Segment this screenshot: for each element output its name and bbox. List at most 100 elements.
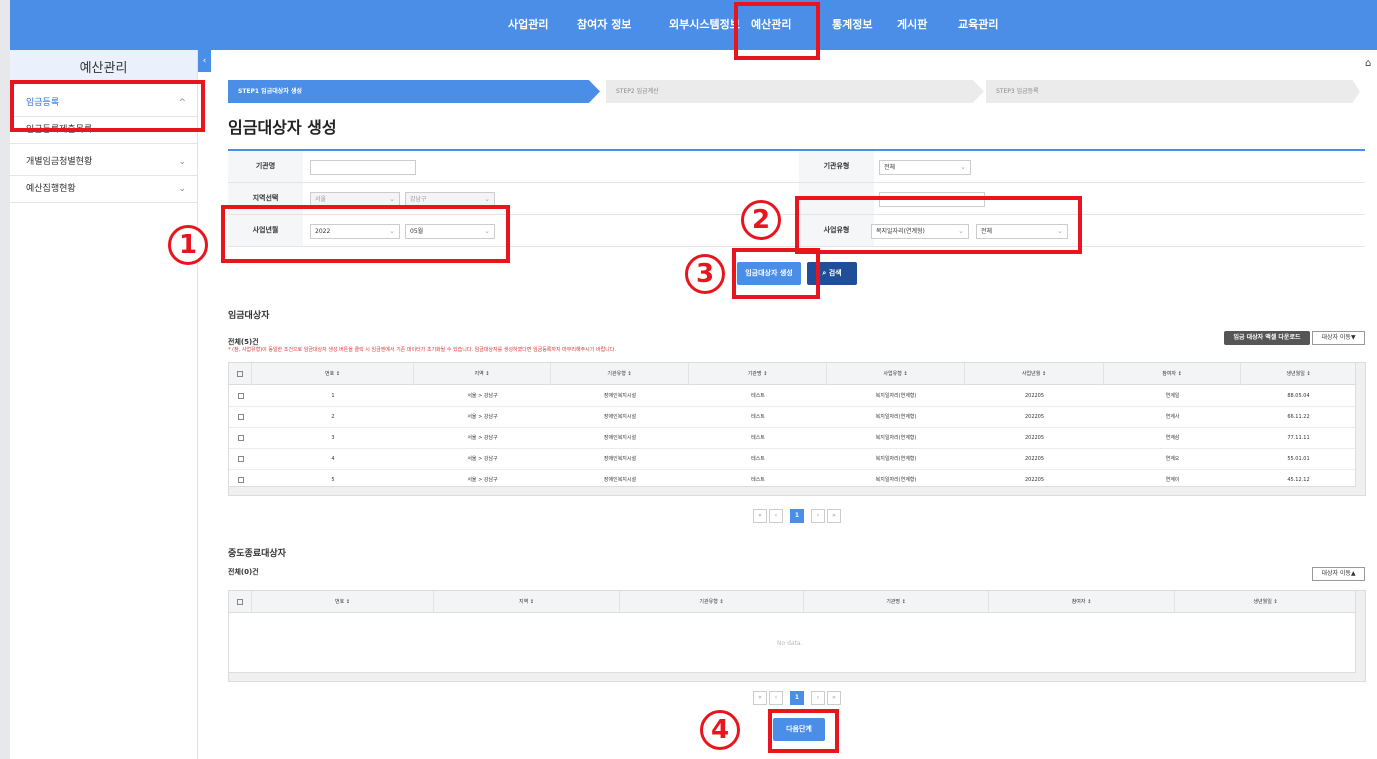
checkbox-icon [237,392,244,399]
sidebar-title: 예산관리 [10,50,197,84]
search-icon: ⌕ [822,269,827,277]
move-targets-down-button[interactable]: 대상자 이동▼ [1312,331,1365,345]
first-page-button[interactable]: « [753,691,767,705]
col-birthdate[interactable]: 생년월일 ↕ [1175,591,1356,613]
table-row[interactable]: 4 서울 > 강남구 장애인복지시설 테스트 복지일자리(연계형) 202205… [229,449,1356,470]
table-row[interactable]: 1 서울 > 강남구 장애인복지시설 테스트 복지일자리(연계형) 202205… [229,386,1356,407]
col-year-month[interactable]: 사업년월 ↕ [965,363,1104,385]
cell-biz-type: 복지일자리(연계형) [875,435,917,441]
cell-birthdate: 66.11.22 [1287,414,1310,420]
search-label: 검색 [828,269,842,277]
first-page-button[interactable]: « [753,509,767,523]
col-org-name[interactable]: 기관명 ↕ [689,363,827,385]
page-1-button[interactable]: 1 [790,509,804,523]
next-page-button[interactable]: › [811,691,825,705]
highlight-sidebar-wage [10,80,205,132]
region-district-value: 강남구 [410,196,427,203]
nav-education[interactable]: 교육관리 [958,0,998,50]
table-horizontal-scrollbar[interactable] [229,672,1356,681]
table-row[interactable]: 2 서울 > 강남구 장애인복지시설 테스트 복지일자리(연계형) 202205… [229,407,1356,428]
nav-participant[interactable]: 참여자 정보 [577,0,631,50]
table-header: 번호 ↕ 지역 ↕ 기관유형 ↕ 기관명 ↕ 사업유형 ↕ 사업년월 ↕ 참여자… [229,363,1356,385]
cell-org-name: 테스트 [751,435,765,441]
cell-biz-type: 복지일자리(연계형) [875,456,917,462]
checkbox-icon [237,598,243,605]
nav-external[interactable]: 외부시스템정보 [669,0,740,50]
col-org-type[interactable]: 기관유형 ↕ [620,591,804,613]
cell-org-type: 장애인복지시설 [603,393,637,399]
no-data-message: No data. [777,640,803,647]
cell-birthdate: 55.01.01 [1287,456,1310,462]
col-participant[interactable]: 참여자 ↕ [989,591,1175,613]
cell-number: 3 [331,435,335,441]
cell-org-name: 테스트 [751,456,765,462]
cell-region: 서울 > 강남구 [467,456,498,462]
pagination: « ‹ 1 › » [753,691,841,705]
sidebar-item-budget-exec[interactable]: 예산집행현황 ⌄ [10,176,198,203]
cell-org-name: 테스트 [751,393,765,399]
cell-org-type: 장애인복지시설 [603,435,637,441]
highlight-next-button [768,709,839,753]
nav-business[interactable]: 사업관리 [508,0,548,50]
col-biz-type[interactable]: 사업유형 ↕ [827,363,965,385]
sidebar-item-label: 개별임금청별현황 [26,157,93,167]
warning-notice: * (참, 사업유형)이 동일한 조건으로 임금대상자 생성 버튼을 클릭 시 … [228,347,616,353]
table-horizontal-scrollbar[interactable] [229,486,1356,495]
cell-org-name: 테스트 [751,414,765,420]
prev-page-button[interactable]: ‹ [769,691,783,705]
nav-stats[interactable]: 통계정보 [832,0,872,50]
annotation-badge-4: 4 [700,710,740,750]
org-name-input[interactable] [310,160,416,175]
highlight-nav-budget [734,2,820,60]
row-checkbox[interactable] [229,428,252,449]
row-checkbox[interactable] [229,386,252,407]
table-vertical-scrollbar[interactable] [1355,591,1365,681]
row-checkbox[interactable] [229,449,252,470]
home-icon[interactable]: ⌂ [1365,58,1371,69]
excel-download-button[interactable]: 임금 대상자 액셀 다운로드 [1224,331,1310,345]
col-org-type[interactable]: 기관유형 ↕ [551,363,689,385]
col-birthdate[interactable]: 생년월일 ↕ [1241,363,1356,385]
sidebar-item-label: 예산집행현황 [26,184,76,194]
cell-year-month: 202205 [1024,414,1045,420]
select-all-checkbox[interactable] [229,591,252,613]
org-type-select[interactable]: 전체 ⌄ [879,160,971,175]
region-city-value: 서울 [315,196,327,203]
annotation-badge-2: 2 [741,200,781,240]
cell-participant: 연계사 [1165,414,1180,420]
cell-number: 1 [331,393,335,399]
highlight-create-button [732,248,820,299]
nav-board[interactable]: 게시판 [897,0,927,50]
page-1-button[interactable]: 1 [790,691,804,705]
cell-biz-type: 복지일자리(연계형) [875,414,917,420]
step-3: STEP3 임금등록 [986,80,1360,103]
table-vertical-scrollbar[interactable] [1355,363,1365,495]
checkbox-icon [237,455,244,462]
early-termination-title: 중도종료대상자 [228,549,286,559]
col-participant[interactable]: 참여자 ↕ [1104,363,1241,385]
select-all-checkbox[interactable] [229,363,252,385]
prev-page-button[interactable]: ‹ [769,509,783,523]
step-1: STEP1 임금대상자 생성 [228,80,600,103]
col-number[interactable]: 번호 ↕ [252,363,414,385]
form-row: 기관명 기관유형 전체 ⌄ [228,151,1365,183]
table-row[interactable]: 3 서울 > 강남구 장애인복지시설 테스트 복지일자리(연계형) 202205… [229,428,1356,449]
move-targets-up-button[interactable]: 대상자 이동▲ [1312,567,1365,581]
sidebar-collapse-button[interactable]: ‹ [198,50,211,72]
cell-birthdate: 88.05.04 [1287,393,1310,399]
checkbox-icon [237,370,243,377]
sidebar-item-individual-wage[interactable]: 개별임금청별현황 ⌄ [10,149,198,176]
cell-biz-type: 복지일자리(연계형) [875,393,917,399]
last-page-button[interactable]: » [827,509,841,523]
next-page-button[interactable]: › [811,509,825,523]
col-region[interactable]: 지역 ↕ [414,363,551,385]
col-region[interactable]: 지역 ↕ [434,591,620,613]
col-org-name[interactable]: 기관명 ↕ [804,591,989,613]
annotation-badge-3: 3 [685,254,725,294]
step-indicator: STEP1 임금대상자 생성 STEP2 임금계산 STEP3 임금등록 [228,80,1360,103]
last-page-button[interactable]: » [827,691,841,705]
col-number[interactable]: 번호 ↕ [252,591,434,613]
highlight-biz-type [795,196,1082,254]
table-header: 번호 ↕ 지역 ↕ 기관유형 ↕ 기관명 ↕ 참여자 ↕ 생년월일 ↕ [229,591,1356,613]
row-checkbox[interactable] [229,407,252,428]
